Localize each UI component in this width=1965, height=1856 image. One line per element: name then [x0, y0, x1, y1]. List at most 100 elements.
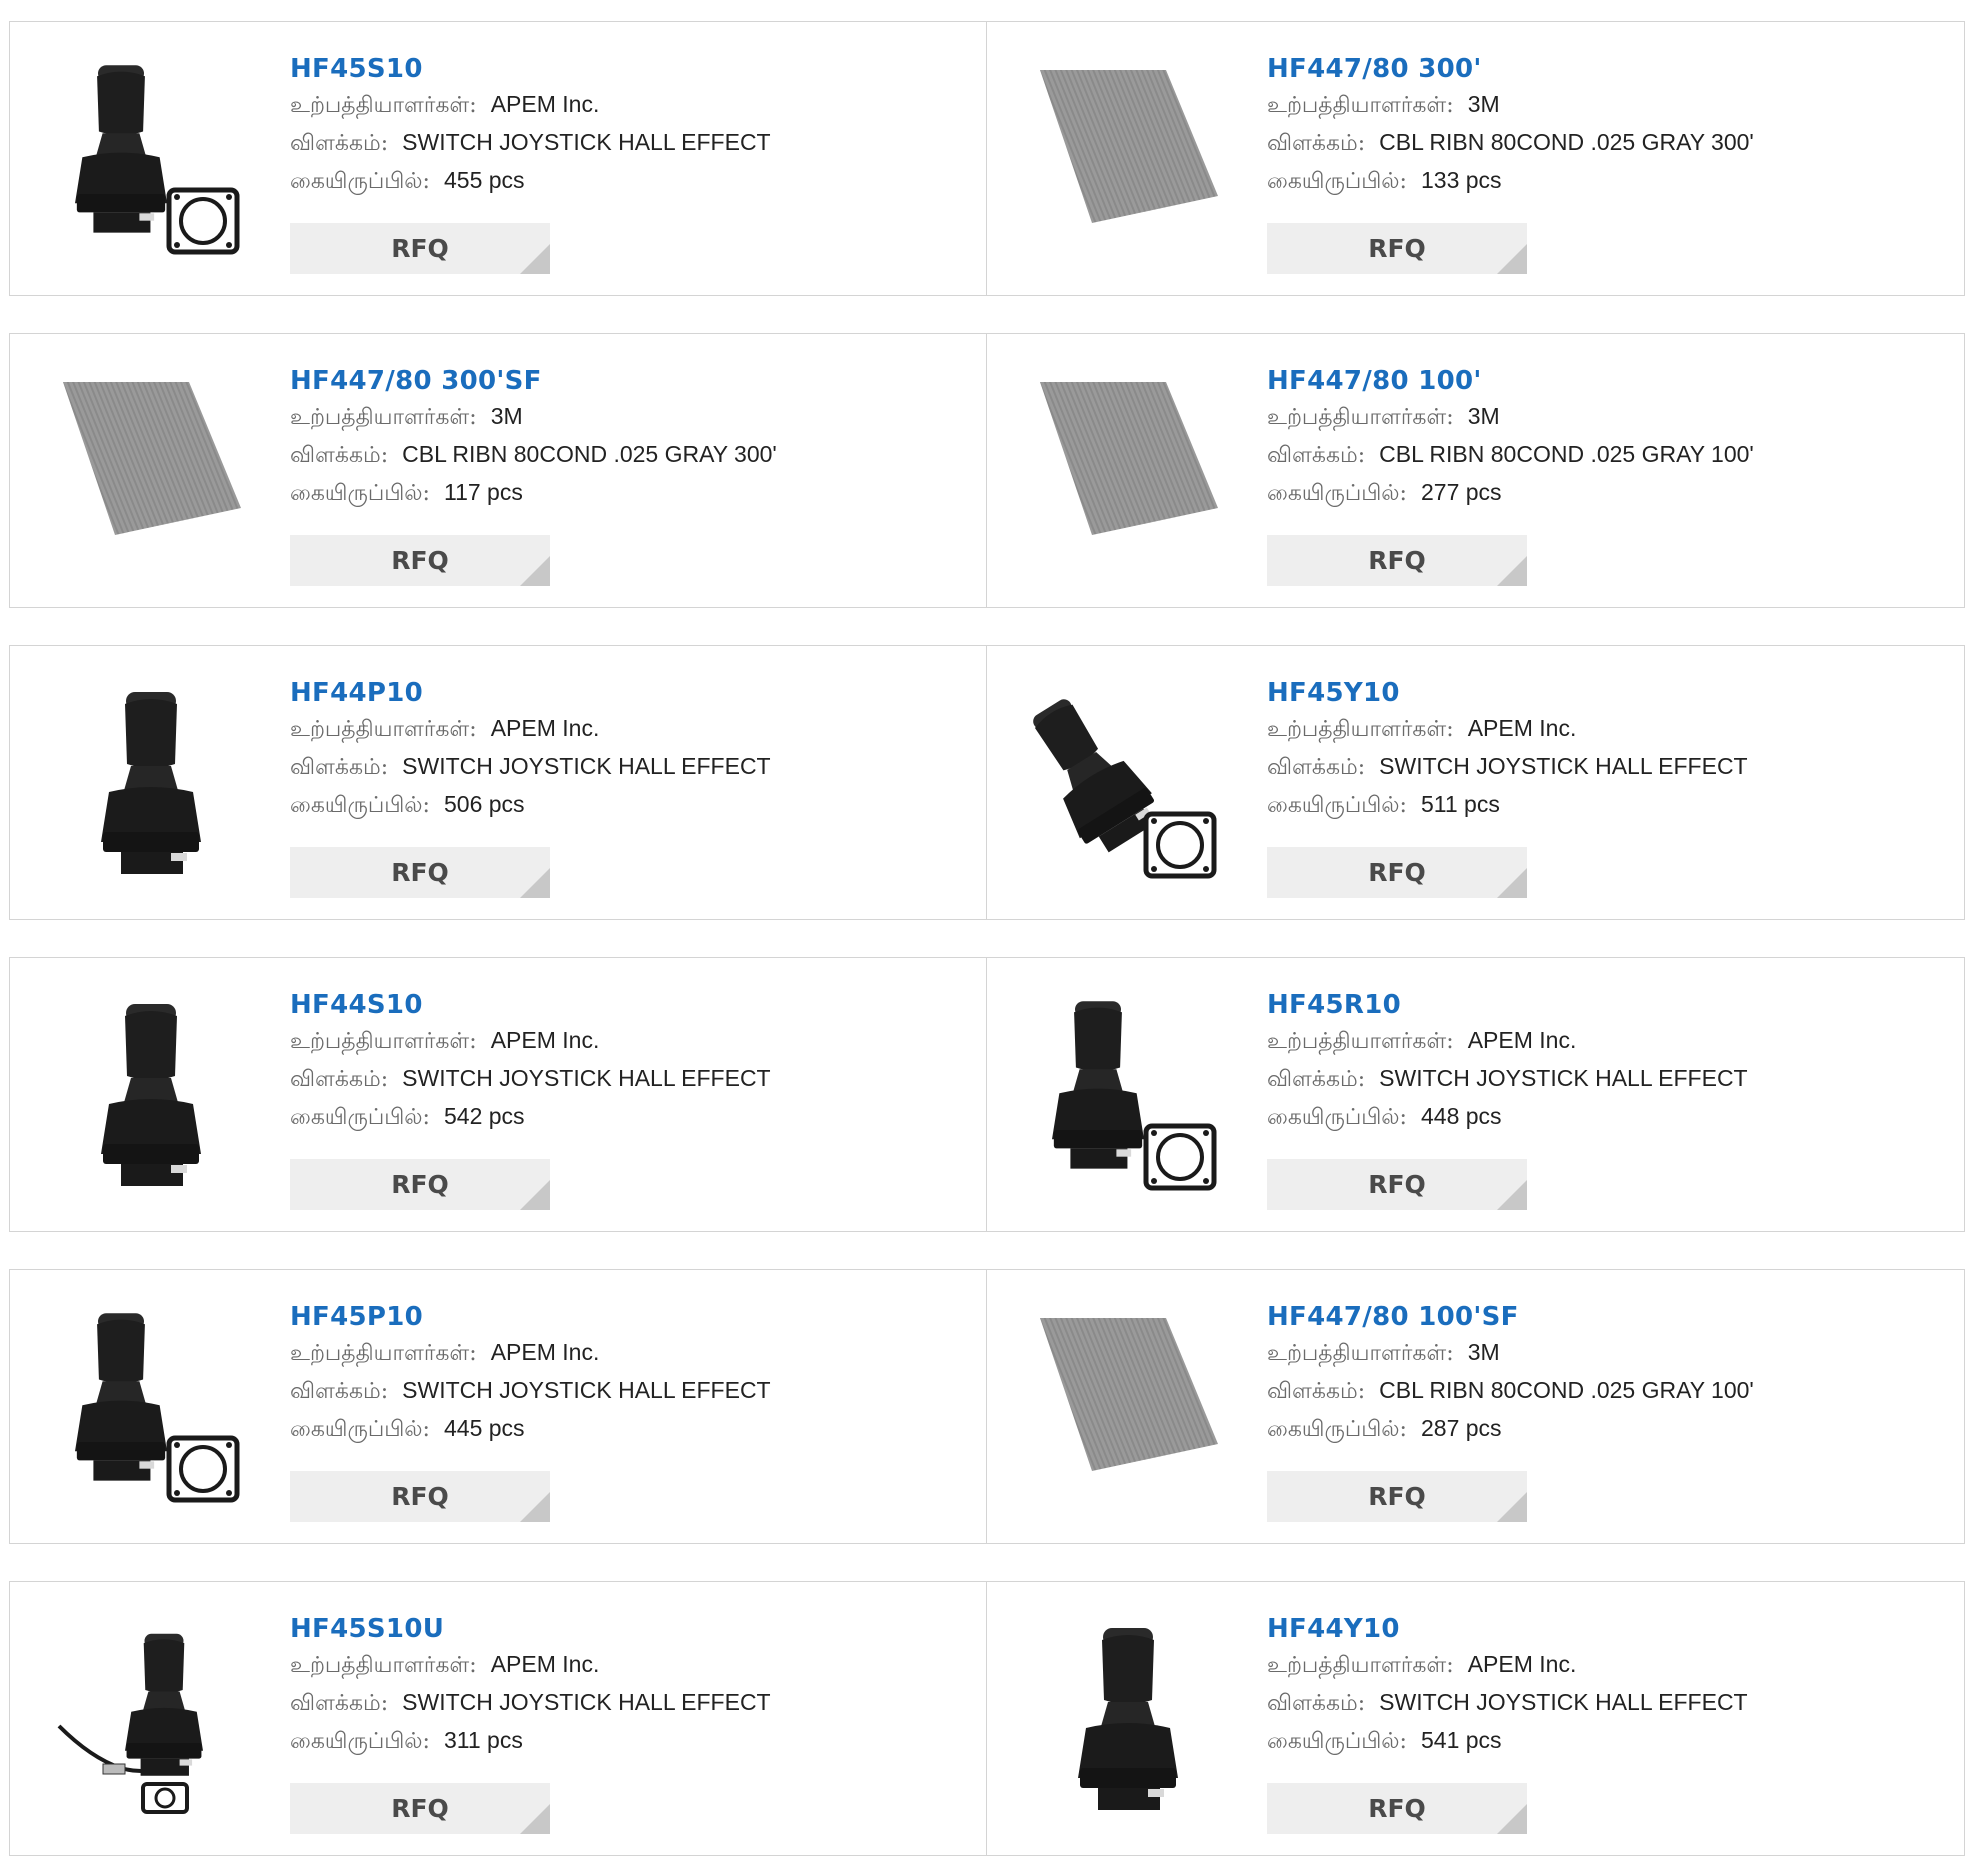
product-image[interactable] — [51, 370, 251, 570]
product-image[interactable] — [51, 58, 251, 258]
manufacturer-label: உற்பத்தியாளர்கள்: — [1267, 717, 1454, 742]
product-image[interactable] — [1028, 994, 1228, 1194]
corner-triangle-icon — [520, 1804, 550, 1834]
rfq-button[interactable]: RFQ — [1267, 1159, 1527, 1210]
manufacturer-line: உற்பத்தியாளர்கள்: APEM Inc. — [290, 1022, 966, 1060]
description-line: விளக்கம்: CBL RIBN 80COND .025 GRAY 300' — [1267, 124, 1944, 162]
rfq-label: RFQ — [1368, 546, 1426, 575]
stock-value: 445 pcs — [443, 1415, 525, 1441]
part-number-link[interactable]: HF447/80 100'SF — [1267, 1300, 1944, 1334]
rfq-label: RFQ — [391, 1170, 449, 1199]
description-value: SWITCH JOYSTICK HALL EFFECT — [402, 1689, 771, 1715]
description-label: விளக்கம்: — [290, 1379, 389, 1404]
product-row: HF45S10U உற்பத்தியாளர்கள்: APEM Inc. விளக்… — [9, 1581, 1965, 1856]
description-label: விளக்கம்: — [1267, 443, 1366, 468]
description-label: விளக்கம்: — [1267, 1379, 1366, 1404]
rfq-button[interactable]: RFQ — [290, 1159, 550, 1210]
rfq-button[interactable]: RFQ — [290, 535, 550, 586]
stock-value: 277 pcs — [1420, 479, 1502, 505]
rfq-button[interactable]: RFQ — [290, 1783, 550, 1834]
part-number-link[interactable]: HF447/80 300'SF — [290, 364, 966, 398]
manufacturer-value: APEM Inc. — [490, 91, 600, 117]
rfq-button[interactable]: RFQ — [1267, 223, 1527, 274]
part-number-link[interactable]: HF45R10 — [1267, 988, 1944, 1022]
product-image[interactable] — [1028, 682, 1228, 882]
manufacturer-label: உற்பத்தியாளர்கள்: — [1267, 405, 1454, 430]
manufacturer-label: உற்பத்தியாளர்கள்: — [1267, 1341, 1454, 1366]
description-label: விளக்கம்: — [290, 1067, 389, 1092]
manufacturer-line: உற்பத்தியாளர்கள்: APEM Inc. — [290, 86, 966, 124]
stock-label: கையிருப்பில்: — [1267, 1417, 1407, 1442]
corner-triangle-icon — [520, 556, 550, 586]
joystick-icon — [1028, 1618, 1228, 1818]
rfq-button[interactable]: RFQ — [290, 223, 550, 274]
product-image[interactable] — [51, 1618, 251, 1818]
stock-label: கையிருப்பில்: — [1267, 1105, 1407, 1130]
manufacturer-line: உற்பத்தியாளர்கள்: APEM Inc. — [290, 1646, 966, 1684]
manufacturer-line: உற்பத்தியாளர்கள்: APEM Inc. — [290, 710, 966, 748]
product-info: HF447/80 300' உற்பத்தியாளர்கள்: 3M விளக்கம… — [1267, 52, 1944, 200]
joystick-icon — [51, 994, 251, 1194]
product-image[interactable] — [51, 682, 251, 882]
rfq-button[interactable]: RFQ — [290, 847, 550, 898]
stock-label: கையிருப்பில்: — [290, 169, 430, 194]
product-info: HF45P10 உற்பத்தியாளர்கள்: APEM Inc. விளக்க… — [290, 1300, 966, 1448]
part-number-link[interactable]: HF45S10U — [290, 1612, 966, 1646]
rfq-button[interactable]: RFQ — [290, 1471, 550, 1522]
description-value: SWITCH JOYSTICK HALL EFFECT — [402, 753, 771, 779]
rfq-button[interactable]: RFQ — [1267, 1471, 1527, 1522]
stock-label: கையிருப்பில்: — [1267, 481, 1407, 506]
product-info: HF447/80 100' உற்பத்தியாளர்கள்: 3M விளக்கம… — [1267, 364, 1944, 512]
product-row: HF44P10 உற்பத்தியாளர்கள்: APEM Inc. விளக்க… — [9, 645, 1965, 920]
description-value: CBL RIBN 80COND .025 GRAY 300' — [402, 441, 777, 467]
rfq-button[interactable]: RFQ — [1267, 535, 1527, 586]
stock-value: 287 pcs — [1420, 1415, 1502, 1441]
part-number-link[interactable]: HF45Y10 — [1267, 676, 1944, 710]
part-number-link[interactable]: HF447/80 300' — [1267, 52, 1944, 86]
product-card: HF447/80 300' உற்பத்தியாளர்கள்: 3M விளக்கம… — [987, 21, 1965, 296]
manufacturer-value: APEM Inc. — [490, 1651, 600, 1677]
corner-triangle-icon — [1497, 1804, 1527, 1834]
product-card: HF45P10 உற்பத்தியாளர்கள்: APEM Inc. விளக்க… — [9, 1269, 987, 1544]
manufacturer-label: உற்பத்தியாளர்கள்: — [290, 1653, 477, 1678]
product-card: HF447/80 100' உற்பத்தியாளர்கள்: 3M விளக்கம… — [987, 333, 1965, 608]
description-line: விளக்கம்: SWITCH JOYSTICK HALL EFFECT — [290, 748, 966, 786]
stock-line: கையிருப்பில்: 506 pcs — [290, 786, 966, 824]
stock-label: கையிருப்பில்: — [1267, 169, 1407, 194]
product-image[interactable] — [1028, 370, 1228, 570]
product-row: HF45S10 உற்பத்தியாளர்கள்: APEM Inc. விளக்க… — [9, 21, 1965, 296]
product-image[interactable] — [51, 1306, 251, 1506]
part-number-link[interactable]: HF45S10 — [290, 52, 966, 86]
part-number-link[interactable]: HF44P10 — [290, 676, 966, 710]
joystick-with-gasket-icon — [51, 1306, 251, 1506]
description-label: விளக்கம்: — [1267, 755, 1366, 780]
rfq-button[interactable]: RFQ — [1267, 847, 1527, 898]
corner-triangle-icon — [1497, 556, 1527, 586]
stock-line: கையிருப்பில்: 542 pcs — [290, 1098, 966, 1136]
stock-line: கையிருப்பில்: 511 pcs — [1267, 786, 1944, 824]
product-info: HF45Y10 உற்பத்தியாளர்கள்: APEM Inc. விளக்க… — [1267, 676, 1944, 824]
description-label: விளக்கம்: — [290, 1691, 389, 1716]
description-line: விளக்கம்: CBL RIBN 80COND .025 GRAY 300' — [290, 436, 966, 474]
part-number-link[interactable]: HF44Y10 — [1267, 1612, 1944, 1646]
product-image[interactable] — [1028, 1618, 1228, 1818]
corner-triangle-icon — [520, 1492, 550, 1522]
product-info: HF447/80 100'SF உற்பத்தியாளர்கள்: 3M விளக்… — [1267, 1300, 1944, 1448]
part-number-link[interactable]: HF45P10 — [290, 1300, 966, 1334]
stock-line: கையிருப்பில்: 448 pcs — [1267, 1098, 1944, 1136]
stock-value: 506 pcs — [443, 791, 525, 817]
part-number-link[interactable]: HF447/80 100' — [1267, 364, 1944, 398]
description-line: விளக்கம்: SWITCH JOYSTICK HALL EFFECT — [1267, 1684, 1944, 1722]
corner-triangle-icon — [520, 1180, 550, 1210]
product-image[interactable] — [51, 994, 251, 1194]
product-card: HF44P10 உற்பத்தியாளர்கள்: APEM Inc. விளக்க… — [9, 645, 987, 920]
product-row: HF447/80 300'SF உற்பத்தியாளர்கள்: 3M விளக்… — [9, 333, 1965, 608]
product-info: HF45R10 உற்பத்தியாளர்கள்: APEM Inc. விளக்க… — [1267, 988, 1944, 1136]
corner-triangle-icon — [1497, 244, 1527, 274]
part-number-link[interactable]: HF44S10 — [290, 988, 966, 1022]
description-line: விளக்கம்: SWITCH JOYSTICK HALL EFFECT — [290, 124, 966, 162]
description-line: விளக்கம்: SWITCH JOYSTICK HALL EFFECT — [1267, 748, 1944, 786]
product-image[interactable] — [1028, 1306, 1228, 1506]
rfq-button[interactable]: RFQ — [1267, 1783, 1527, 1834]
product-image[interactable] — [1028, 58, 1228, 258]
